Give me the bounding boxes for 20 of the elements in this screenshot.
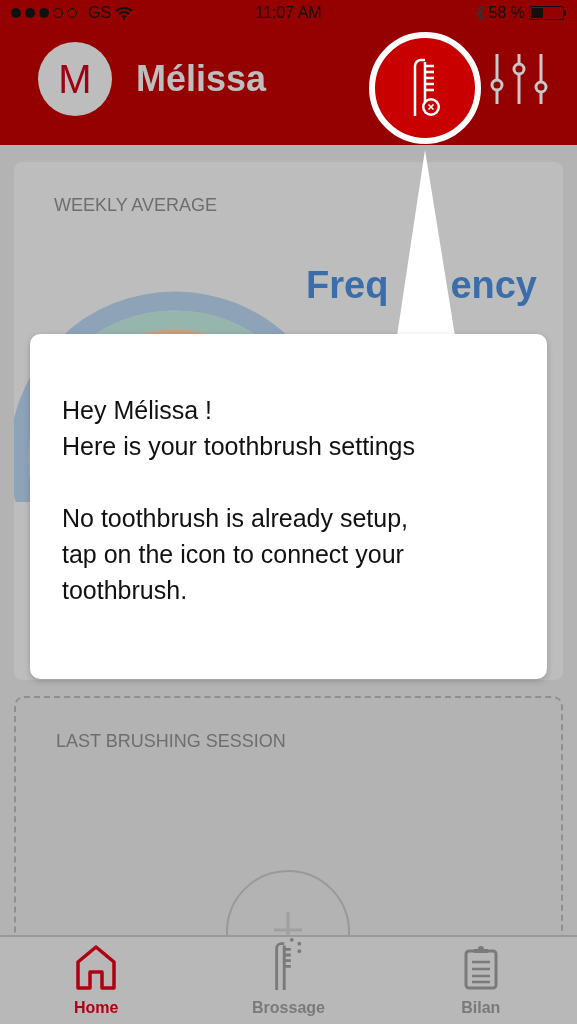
- title-fragment: Freq: [306, 263, 389, 308]
- battery-percent: 58 %: [488, 3, 525, 23]
- status-time: 11:07 AM: [255, 4, 322, 21]
- tab-button[interactable]: Home: [0, 937, 193, 1024]
- tab-button[interactable]: Bilan: [384, 937, 577, 1024]
- clipboard-icon: [463, 944, 498, 990]
- tooltip-text: No toothbrush is already setup, tap on the icon to connect your toothbrush.: [62, 503, 410, 606]
- home-icon: [75, 944, 118, 990]
- avatar[interactable]: M: [38, 42, 112, 116]
- tooltip-text: Hey Mélissa ! Here is your toothbrush settings: [62, 395, 416, 462]
- tab-button[interactable]: Brossage: [192, 937, 385, 1024]
- wifi-icon: [115, 6, 134, 20]
- user-name: Mélissa: [136, 57, 267, 101]
- card-title: LAST BRUSHING SESSION: [56, 730, 287, 753]
- battery-icon: [529, 6, 567, 20]
- carrier-name: GS: [88, 3, 112, 23]
- title-fragment: ency: [450, 263, 537, 308]
- settings-icon[interactable]: [490, 54, 548, 104]
- card-title: WEEKLY AVERAGE: [54, 194, 219, 217]
- bluetooth-icon: [474, 5, 485, 21]
